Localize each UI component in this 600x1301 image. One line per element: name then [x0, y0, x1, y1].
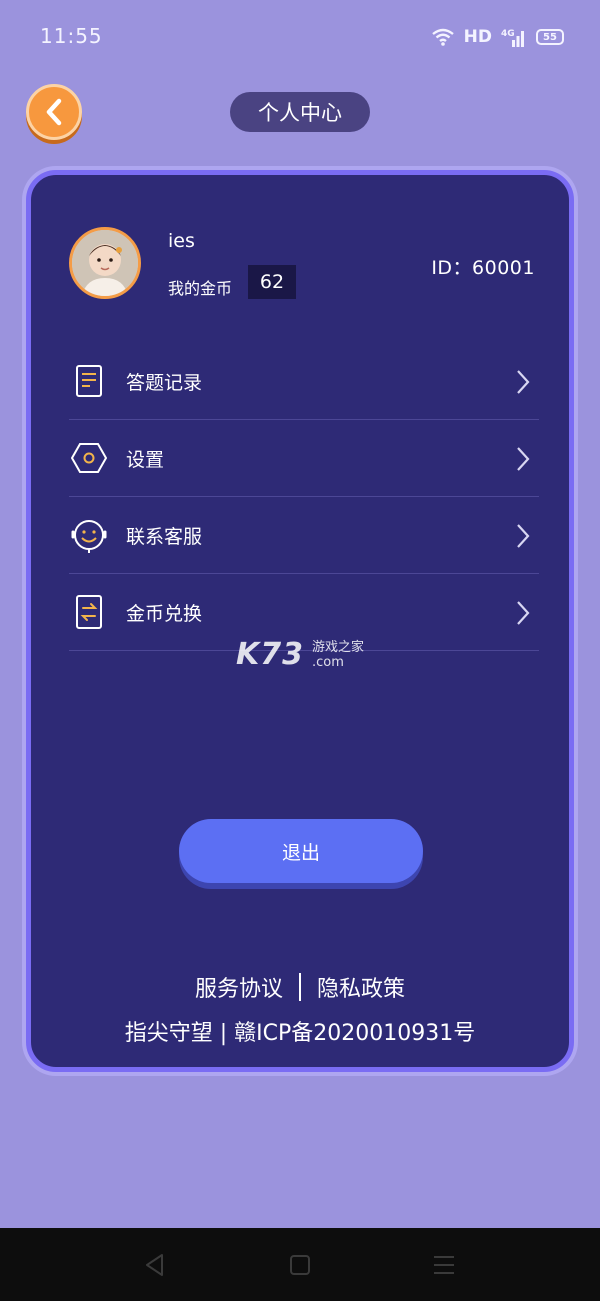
nav-back-icon[interactable]	[142, 1252, 168, 1278]
watermark-line2: .com	[312, 654, 344, 670]
watermark: K73 游戏之家 .com	[236, 637, 364, 672]
user-id: ID：60001	[431, 257, 535, 279]
wifi-icon	[431, 28, 454, 46]
menu-item-label: 答题记录	[126, 371, 203, 394]
chevron-right-icon	[517, 601, 530, 625]
service-agreement-link[interactable]: 服务协议	[195, 971, 283, 1003]
icp-record: 指尖守望 | 赣ICP备2020010931号	[124, 1021, 476, 1046]
battery-level: 55	[543, 31, 557, 43]
privacy-policy-link[interactable]: 隐私政策	[317, 971, 405, 1003]
watermark-line1: 游戏之家	[312, 639, 365, 655]
menu-item-label: 金币兑换	[126, 602, 203, 625]
status-time: 11:55	[40, 24, 103, 48]
avatar[interactable]	[69, 227, 141, 299]
menu-list: 答题记录 设置 联系客服 金币兑换	[69, 343, 539, 651]
footer-divider	[299, 973, 301, 1001]
chevron-right-icon	[517, 447, 530, 471]
chevron-right-icon	[517, 524, 530, 548]
menu-item-settings[interactable]: 设置	[69, 420, 539, 497]
nav-menu-icon[interactable]	[431, 1252, 457, 1278]
back-button[interactable]	[26, 84, 82, 140]
profile-card: ies 我的金币 62 ID：60001 答题记录 设置 联系客服 金币兑换 K…	[26, 170, 574, 1072]
battery-icon: 55	[536, 29, 564, 45]
menu-item-label: 联系客服	[126, 525, 203, 548]
menu-item-answer-records[interactable]: 答题记录	[69, 343, 539, 420]
watermark-brand: K73	[236, 637, 304, 672]
exchange-icon	[69, 592, 109, 632]
menu-item-label: 设置	[126, 448, 165, 471]
chevron-left-icon	[46, 98, 62, 126]
status-icons: HD 4G 55	[431, 24, 564, 50]
logout-button[interactable]: 退出	[179, 819, 423, 883]
headset-icon	[69, 515, 109, 555]
avatar-image	[72, 230, 138, 296]
signal-icon: 4G	[501, 29, 524, 47]
coins-label: 我的金币	[168, 279, 233, 298]
page-title: 个人中心	[230, 92, 370, 132]
network-type: HD	[463, 27, 492, 47]
username: ies	[168, 230, 195, 252]
nav-home-icon[interactable]	[287, 1252, 313, 1278]
signal-label: 4G	[501, 29, 515, 39]
footer-links: 服务协议 隐私政策	[31, 971, 569, 1003]
document-icon	[69, 361, 109, 401]
system-nav-bar	[0, 1228, 600, 1301]
status-bar: 11:55 HD 4G 55	[0, 0, 600, 72]
menu-item-customer-service[interactable]: 联系客服	[69, 497, 539, 574]
coins-value: 62	[248, 265, 296, 299]
settings-hexagon-icon	[69, 438, 109, 478]
chevron-right-icon	[517, 370, 530, 394]
